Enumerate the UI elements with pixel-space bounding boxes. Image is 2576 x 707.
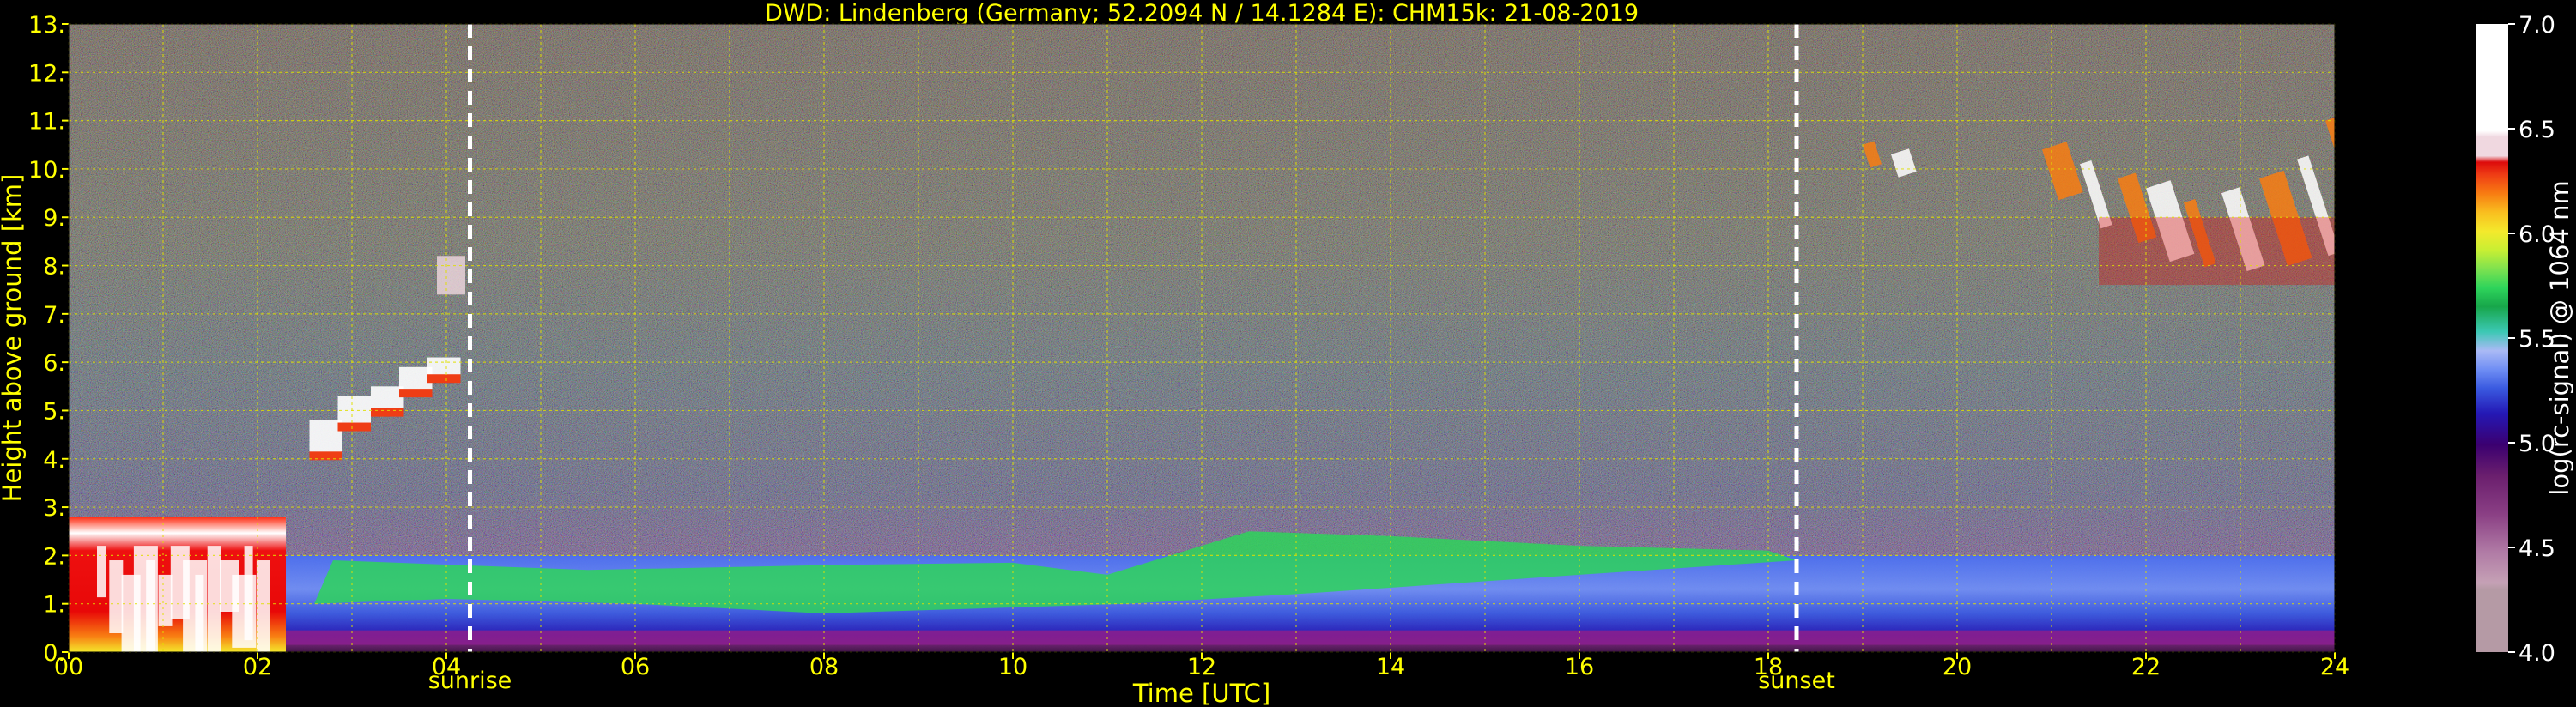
y-axis-ticks: 0. 1. 2. 3. 4. 5. 6. 7. 8. 9. 10. 11. 12. 13.	[28, 12, 69, 667]
y-tick-label: 11.	[28, 109, 65, 136]
colorbar-tick-label: 7.0	[2518, 12, 2555, 39]
low-cloud-streak	[195, 574, 204, 652]
y-tick-label: 6.	[43, 350, 65, 377]
y-tick-label: 1.	[43, 592, 65, 619]
y-tick-label: 0.	[43, 640, 65, 667]
x-tick-label: 10	[998, 654, 1027, 680]
low-cloud-streak	[146, 560, 155, 652]
y-tick-label: 9.	[43, 205, 65, 232]
x-tick-label: 06	[621, 654, 650, 680]
y-tick-label: 12.	[28, 60, 65, 87]
x-tick-label: 14	[1376, 654, 1405, 680]
y-axis-label: Height above ground [km]	[0, 174, 27, 503]
low-cloud-streak	[158, 574, 173, 626]
low-cloud-streak	[109, 560, 124, 634]
x-tick-label: 08	[809, 654, 839, 680]
low-cloud-streak	[97, 546, 106, 598]
colorbar-scale	[2476, 24, 2508, 652]
x-tick-label: 18	[1754, 654, 1783, 680]
cirrus-base	[2099, 217, 2335, 286]
low-cloud-streak	[207, 546, 221, 652]
y-tick-label: 5.	[43, 398, 65, 425]
chart-title: DWD: Lindenberg (Germany; 52.2094 N / 14…	[765, 0, 1639, 27]
elevated-cloud-edge	[309, 451, 342, 461]
colorbar-tick-label: 4.5	[2518, 535, 2555, 562]
elevated-cloud-edge	[427, 374, 461, 384]
y-tick-label: 4.	[43, 447, 65, 474]
x-tick-label: 20	[1943, 654, 1972, 680]
ceilometer-chart: DWD: Lindenberg (Germany; 52.2094 N / 14…	[0, 0, 2574, 707]
y-tick-label: 2.	[43, 543, 65, 570]
x-tick-label: 12	[1187, 654, 1216, 680]
x-axis-ticks: 00 02 04 06 08 10 12 14 16 18 20 22 24	[54, 652, 2349, 680]
cloud-patch	[437, 256, 465, 295]
x-tick-label: 22	[2131, 654, 2161, 680]
x-tick-label: 16	[1565, 654, 1594, 680]
elevated-cloud-edge	[371, 408, 404, 417]
x-axis-label: Time [UTC]	[1132, 679, 1270, 707]
elevated-cloud-edge	[337, 422, 371, 432]
y-tick-label: 3.	[43, 495, 65, 522]
low-cloud-streak	[244, 546, 253, 641]
y-tick-label: 10.	[28, 157, 65, 184]
colorbar-label: log(rc-signal) @ 1064 nm	[2545, 180, 2574, 495]
y-tick-label: 13.	[28, 12, 65, 39]
y-tick-label: 7.	[43, 302, 65, 329]
x-tick-label: 02	[243, 654, 272, 680]
y-tick-label: 8.	[43, 254, 65, 281]
colorbar: 4.04.55.05.56.06.57.0 log(rc-signal) @ 1…	[2476, 12, 2574, 667]
surface-layer	[210, 630, 2335, 645]
x-tick-label: 24	[2320, 654, 2349, 680]
x-tick-label: 04	[432, 654, 461, 680]
plot-area	[69, 24, 2335, 652]
elevated-cloud-edge	[399, 389, 433, 398]
colorbar-tick-label: 6.5	[2518, 117, 2555, 143]
colorbar-tick-label: 4.0	[2518, 640, 2555, 667]
